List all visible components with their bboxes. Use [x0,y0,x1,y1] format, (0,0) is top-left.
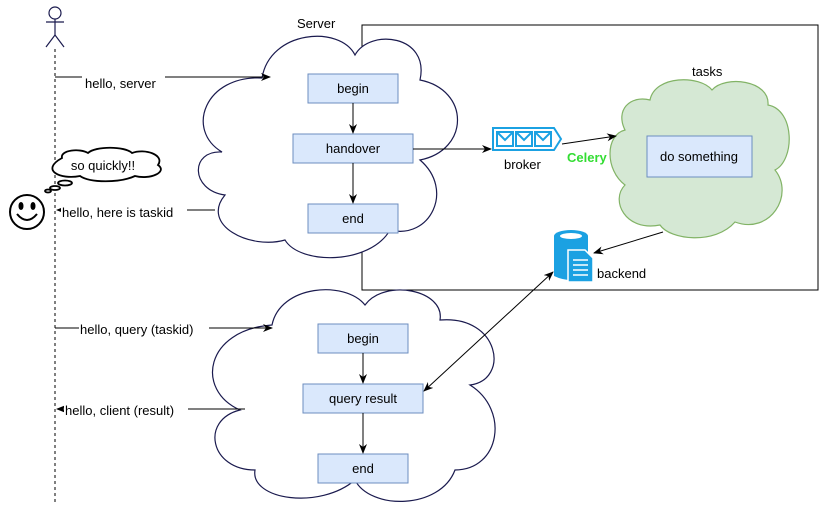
svg-text:query result: query result [329,391,397,406]
svg-text:begin: begin [337,81,369,96]
actor-icon [45,6,65,48]
result-label: hello, client (result) [65,403,174,418]
broker-label: broker [504,157,542,172]
queue-icon [492,127,563,151]
svg-text:do something: do something [660,149,738,164]
server-label: Server [297,16,336,31]
query-label: hello, query (taskid) [80,322,193,337]
step-begin-2: begin [317,323,409,354]
step-query-result: query result [302,383,424,414]
svg-text:end: end [352,461,374,476]
smiley-icon [9,194,45,230]
svg-text:handover: handover [326,141,381,156]
taskid-label: hello, here is taskid [62,205,173,220]
step-handover: handover [292,133,414,164]
backend-label: backend [597,266,646,281]
database-icon [554,230,594,283]
tasks-to-backend-arrow [593,231,664,255]
hello-server-label: hello, server [85,76,156,91]
step-begin-1: begin [307,73,399,104]
step-end-2: end [317,453,409,484]
svg-text:end: end [342,211,364,226]
step-end-1: end [307,203,399,234]
celery-diagram: Server tasks begin handover end begin qu… [9,6,819,505]
thought-text: so quickly!! [71,158,135,173]
svg-text:begin: begin [347,331,379,346]
broker-to-tasks-arrow [561,133,617,145]
task-do-something: do something [646,135,753,178]
tasks-label: tasks [692,64,723,79]
celery-label: Celery [567,150,608,165]
